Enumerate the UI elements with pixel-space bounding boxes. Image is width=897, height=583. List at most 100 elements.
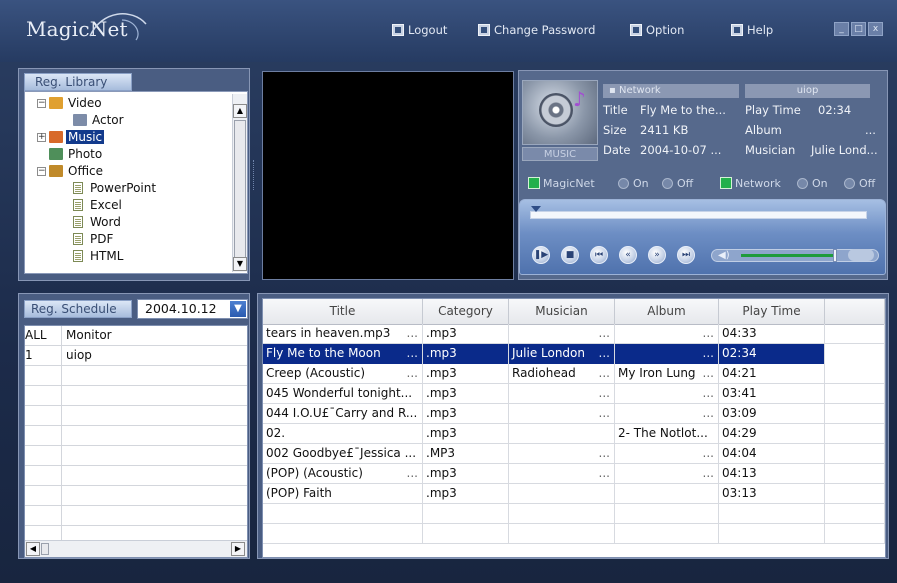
playlist-row[interactable]: tears in heaven.mp3... .mp3...... 04:33 xyxy=(263,324,885,344)
network-off-radio[interactable]: Off xyxy=(844,174,875,192)
schedule-row xyxy=(25,466,247,486)
ellipsis-button[interactable]: ... xyxy=(703,464,714,483)
ellipsis-button[interactable]: ... xyxy=(407,364,418,383)
ellipsis-button[interactable]: ... xyxy=(703,404,714,423)
restore-button[interactable]: □ xyxy=(851,22,866,36)
scroll-right-button[interactable]: ▶ xyxy=(231,542,245,556)
playlist-row[interactable]: 02. .mp3 2- The Notlot... 04:29 xyxy=(263,424,885,444)
schedule-id-cell xyxy=(25,366,62,385)
volume-slider[interactable] xyxy=(741,254,835,257)
playlist-cell-title xyxy=(263,504,423,524)
minimize-button[interactable]: _ xyxy=(834,22,849,36)
playlist-cell-album: ... xyxy=(615,404,719,424)
playlist-cell-title: (POP) (Acoustic)... xyxy=(263,464,423,484)
seek-handle[interactable] xyxy=(531,206,541,212)
ellipsis-button[interactable]: ... xyxy=(407,324,418,343)
document-icon xyxy=(73,250,83,262)
schedule-row[interactable]: 1 uiop xyxy=(25,346,247,366)
playlist-row[interactable]: Creep (Acoustic)... .mp3 Radiohead... My Ir… xyxy=(263,364,885,384)
library-vscroll[interactable]: ▲ ▼ xyxy=(232,94,247,272)
playlist-row[interactable]: 045 Wonderful tonight... .mp3...... 03:41 xyxy=(263,384,885,404)
tree-item[interactable]: HTML xyxy=(73,248,125,264)
rewind-button[interactable]: « xyxy=(619,246,637,264)
tree-item[interactable]: − Office xyxy=(37,163,105,179)
magicnet-on-radio[interactable]: On xyxy=(618,174,649,192)
column-header[interactable]: Album xyxy=(615,299,719,324)
expander-icon[interactable]: − xyxy=(37,98,46,108)
office-folder-icon xyxy=(49,165,63,177)
logout-button[interactable]: Logout xyxy=(392,22,447,38)
playlist-row[interactable]: (POP) (Acoustic)... .mp3...... 04:13 xyxy=(263,464,885,484)
ellipsis-button[interactable]: ... xyxy=(703,344,714,363)
expander-icon[interactable]: + xyxy=(37,132,46,142)
ellipsis-button[interactable]: ... xyxy=(599,464,610,483)
scroll-thumb[interactable] xyxy=(234,120,246,266)
close-button[interactable]: x xyxy=(868,22,883,36)
tree-item-label: Word xyxy=(90,215,121,229)
playlist-cell-category: .mp3 xyxy=(423,464,509,484)
tree-item[interactable]: PDF xyxy=(73,231,115,247)
ellipsis-button[interactable]: ... xyxy=(703,444,714,463)
tree-item[interactable]: Excel xyxy=(73,197,124,213)
ellipsis-button[interactable]: ... xyxy=(599,344,610,363)
library-tab[interactable]: Reg. Library xyxy=(24,73,132,91)
schedule-date-value: 2004.10.12 xyxy=(145,301,217,316)
stop-button[interactable]: ■ xyxy=(561,246,579,264)
tree-item[interactable]: + Music xyxy=(37,129,105,145)
playlist-row[interactable]: Fly Me to the Moon... .mp3 Julie London...… xyxy=(263,344,885,364)
playlist-cell-album: My Iron Lung... xyxy=(615,364,719,384)
ellipsis-button[interactable]: ... xyxy=(599,444,610,463)
schedule-row[interactable]: ALL Monitor xyxy=(25,326,247,346)
tree-item[interactable]: Photo xyxy=(37,146,104,162)
ellipsis-button[interactable]: ... xyxy=(703,364,714,383)
network-on-radio[interactable]: On xyxy=(797,174,828,192)
scroll-thumb[interactable] xyxy=(41,543,49,555)
column-header[interactable]: Play Time xyxy=(719,299,825,324)
next-button[interactable]: ⏭ xyxy=(677,246,695,264)
ellipsis-button[interactable]: ... xyxy=(599,404,610,423)
playlist-cell-album: ... xyxy=(615,444,719,464)
change-password-icon xyxy=(478,24,490,36)
previous-button[interactable]: ⏮ xyxy=(590,246,608,264)
scroll-left-button[interactable]: ◀ xyxy=(26,542,40,556)
scroll-down-button[interactable]: ▼ xyxy=(233,257,247,271)
ellipsis-button[interactable]: ... xyxy=(703,384,714,403)
cell-text: .mp3 xyxy=(426,326,457,340)
ellipsis-button[interactable]: ... xyxy=(407,344,418,363)
tree-item-label: Office xyxy=(68,164,104,178)
magicnet-off-radio[interactable]: Off xyxy=(662,174,693,192)
tree-item[interactable]: PowerPoint xyxy=(73,180,158,196)
cell-text: Julie London xyxy=(512,346,585,360)
scroll-up-button[interactable]: ▲ xyxy=(233,104,247,118)
ellipsis-button[interactable]: ... xyxy=(599,384,610,403)
seek-bar[interactable] xyxy=(530,211,867,219)
ellipsis-button[interactable]: ... xyxy=(599,364,610,383)
column-header[interactable]: Musician xyxy=(509,299,615,324)
playlist-row[interactable]: (POP) Faith .mp3 03:13 xyxy=(263,484,885,504)
schedule-date-select[interactable]: 2004.10.12 ▼ xyxy=(137,299,248,319)
column-header[interactable]: Category xyxy=(423,299,509,324)
ellipsis-button[interactable]: ... xyxy=(703,324,714,343)
playlist-row[interactable]: 002 Goodbye£¯Jessica ... .MP3...... 04:04 xyxy=(263,444,885,464)
tree-item[interactable]: Word xyxy=(73,214,123,230)
help-button[interactable]: Help xyxy=(731,22,773,38)
ellipsis-button[interactable]: ... xyxy=(599,324,610,343)
chevron-down-icon[interactable]: ▼ xyxy=(230,301,246,317)
fast-forward-button[interactable]: » xyxy=(648,246,666,264)
change-password-button[interactable]: Change Password xyxy=(478,22,595,38)
network-bar-icon: ▪ xyxy=(609,85,619,96)
ellipsis-button[interactable]: ... xyxy=(407,464,418,483)
volume-handle[interactable] xyxy=(833,249,837,262)
play-pause-button[interactable]: ❚▶ xyxy=(532,246,550,264)
tree-item[interactable]: − Video xyxy=(37,95,104,111)
expander-icon[interactable]: − xyxy=(37,166,46,176)
cell-text: 04:33 xyxy=(722,326,757,340)
tree-item[interactable]: Actor xyxy=(73,112,126,128)
musician-label: Musician xyxy=(745,143,796,157)
schedule-tab[interactable]: Reg. Schedule xyxy=(24,300,132,318)
option-button[interactable]: Option xyxy=(630,22,684,38)
panel-splitter[interactable] xyxy=(253,160,258,190)
column-header[interactable]: Title xyxy=(263,299,423,324)
schedule-hscroll[interactable]: ◀ ▶ xyxy=(25,540,247,557)
playlist-row[interactable]: 044 I.O.U£¯Carry and R... .mp3...... 03:09 xyxy=(263,404,885,424)
